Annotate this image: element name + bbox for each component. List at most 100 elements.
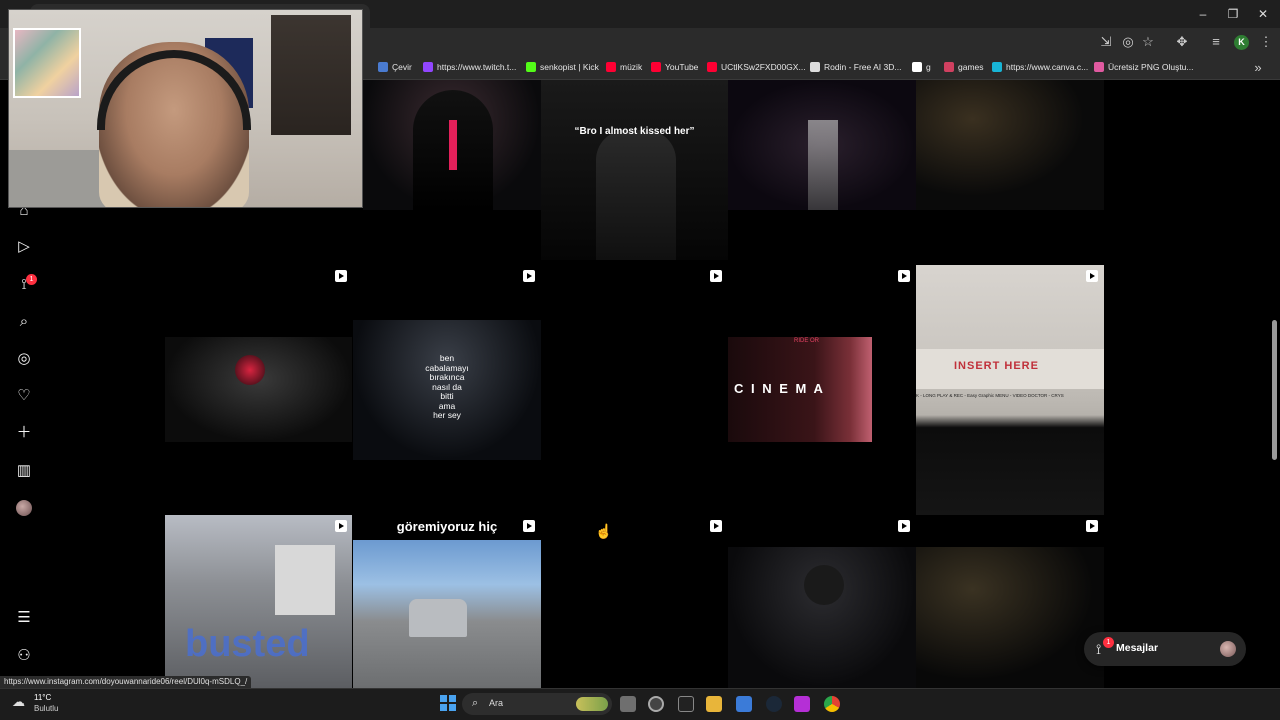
tile-caption: busted <box>185 623 310 665</box>
bookmark-item[interactable]: Ücretsiz PNG Oluştu... <box>1094 60 1194 74</box>
tile-caption: “Bro I almost kissed her” <box>574 126 695 137</box>
bookmark-label: UCtlKSw2FXD00GX... <box>721 62 806 72</box>
reel-icon <box>898 270 910 282</box>
weather-cloud-icon[interactable]: ☁ <box>12 694 30 710</box>
reel-tile-goremiyoruz[interactable]: göremiyoruz hiç <box>353 515 541 688</box>
reel-tile-busted[interactable]: busted <box>165 515 352 688</box>
threads-icon[interactable]: ⚇ <box>14 646 34 666</box>
bookmark-label: games <box>958 62 984 72</box>
create-plus-icon[interactable]: ＋ <box>14 423 34 443</box>
bookmark-label: YouTube <box>665 62 699 72</box>
taskbar-search-input[interactable]: ⌕ Ara <box>462 693 612 715</box>
bookmark-favicon-icon <box>912 62 922 72</box>
reel-icon <box>710 520 722 532</box>
tile-caption: C I N E M A <box>734 381 825 396</box>
close-icon[interactable]: ✕ <box>1252 4 1274 24</box>
reels-icon[interactable]: ▷ <box>14 237 34 257</box>
tile-caption: göremiyoruz hiç <box>396 519 498 534</box>
reel-tile-cinema[interactable]: RIDE OR C I N E M A <box>728 265 916 515</box>
install-app-icon[interactable]: ⇲ <box>1098 34 1114 50</box>
bookmark-favicon-icon <box>707 62 717 72</box>
more-bookmarks-icon[interactable]: » <box>1250 60 1266 76</box>
reel-tile-rider-pink[interactable] <box>363 80 541 210</box>
bookmark-item[interactable]: Rodin - Free AI 3D... <box>810 60 901 74</box>
tile-caption: ben cabalamayı bırakınca nasıl da bitti … <box>425 353 469 420</box>
menu-kebab-icon[interactable]: ⋮ <box>1258 34 1274 50</box>
scrollbar-thumb[interactable] <box>1272 320 1277 460</box>
messenger-icon: ⟟ <box>1096 641 1102 657</box>
bookmark-item[interactable]: g <box>912 60 931 74</box>
reel-tile-black[interactable] <box>541 265 728 515</box>
eye-off-icon[interactable]: ◎ <box>1120 34 1136 50</box>
weather-desc[interactable]: Bulutlu <box>34 704 58 713</box>
messages-button[interactable]: ⟟ 1 Mesajlar <box>1084 632 1246 666</box>
bookmark-favicon-icon <box>423 62 433 72</box>
reel-icon <box>710 270 722 282</box>
bookmark-favicon-icon <box>1094 62 1104 72</box>
dashboard-icon[interactable]: ▥ <box>14 461 34 481</box>
file-explorer-icon[interactable] <box>706 696 722 712</box>
bookmark-item[interactable]: senkopist | Kick <box>526 60 599 74</box>
bookmark-item[interactable]: https://www.twitch.t... <box>423 60 516 74</box>
profile-avatar[interactable]: K <box>1234 35 1249 50</box>
extensions-icon[interactable]: ✥ <box>1174 34 1190 50</box>
bookmark-favicon-icon <box>651 62 661 72</box>
bookmark-item[interactable]: YouTube <box>651 60 698 74</box>
media-control-icon[interactable]: ≡ <box>1208 34 1224 50</box>
reel-tile-rider-helmet[interactable] <box>165 265 352 515</box>
bookmark-favicon-icon <box>378 62 388 72</box>
reel-tile-black-2[interactable] <box>541 515 728 688</box>
bookmark-favicon-icon <box>526 62 536 72</box>
explore-icon[interactable]: ◎ <box>14 349 34 369</box>
heart-icon[interactable]: ♡ <box>14 386 34 406</box>
bookmark-item[interactable]: https://www.canva.c... <box>992 60 1088 74</box>
more-menu-icon[interactable]: ☰ <box>14 608 34 628</box>
task-view-icon[interactable] <box>620 696 636 712</box>
webcam-overlay <box>8 9 363 208</box>
minimize-icon[interactable]: – <box>1192 4 1214 24</box>
reel-tile-ben-cabalamayi[interactable]: ben cabalamayı bırakınca nasıl da bitti … <box>353 265 541 515</box>
epic-games-icon[interactable] <box>678 696 694 712</box>
messages-label: Mesajlar <box>1116 642 1159 654</box>
bookmark-item[interactable]: müzik <box>606 60 642 74</box>
chrome-icon[interactable] <box>824 696 840 712</box>
bookmark-item[interactable]: UCtlKSw2FXD00GX... <box>707 60 806 74</box>
steam-icon[interactable] <box>766 696 782 712</box>
reel-tile-night-road[interactable] <box>916 515 1104 688</box>
reel-icon <box>898 520 910 532</box>
reel-tile-suit-night[interactable] <box>728 80 916 210</box>
webcam-shelf <box>271 15 351 135</box>
search-icon: ⌕ <box>472 697 479 709</box>
messages-badge: 1 <box>1103 637 1114 648</box>
profile-avatar-icon[interactable] <box>16 500 32 516</box>
tile-small-text: RIDE OR <box>794 338 820 344</box>
bookmark-label: Ücretsiz PNG Oluştu... <box>1108 62 1194 72</box>
bookmark-label: müzik <box>620 62 643 72</box>
bookmark-item[interactable]: Çevir <box>378 60 412 74</box>
bookmark-label: g <box>926 62 931 72</box>
search-icon[interactable]: ⌕ <box>14 312 34 332</box>
windows-taskbar <box>0 688 1280 720</box>
notification-badge: 1 <box>26 274 37 285</box>
bookmark-item[interactable]: games <box>944 60 984 74</box>
windows-start-icon[interactable] <box>440 695 456 711</box>
reel-tile-highway[interactable] <box>916 80 1104 210</box>
reel-icon <box>1086 520 1098 532</box>
reel-tile-insert-here[interactable]: INSERT HERE K - LONG PLAY & REC - Easy G… <box>916 265 1104 515</box>
bookmark-favicon-icon <box>992 62 1002 72</box>
status-bar-url: https://www.instagram.com/doyouwannaride… <box>0 676 252 688</box>
tile-caption: INSERT HERE <box>954 360 1039 372</box>
reel-tile-almost-kissed[interactable]: “Bro I almost kissed her” <box>541 80 728 260</box>
microsoft-store-icon[interactable] <box>736 696 752 712</box>
twitch-app-icon[interactable] <box>794 696 810 712</box>
clipchamp-icon[interactable] <box>648 696 664 712</box>
weather-temp[interactable]: 11°C <box>34 693 51 702</box>
reel-tile-suit-rider[interactable] <box>728 515 916 688</box>
bookmark-star-icon[interactable]: ☆ <box>1140 34 1156 50</box>
bookmark-favicon-icon <box>810 62 820 72</box>
maximize-icon[interactable]: ❐ <box>1222 4 1244 24</box>
bookmark-favicon-icon <box>944 62 954 72</box>
reel-icon <box>523 520 535 532</box>
reel-icon <box>523 270 535 282</box>
reel-icon <box>1086 270 1098 282</box>
